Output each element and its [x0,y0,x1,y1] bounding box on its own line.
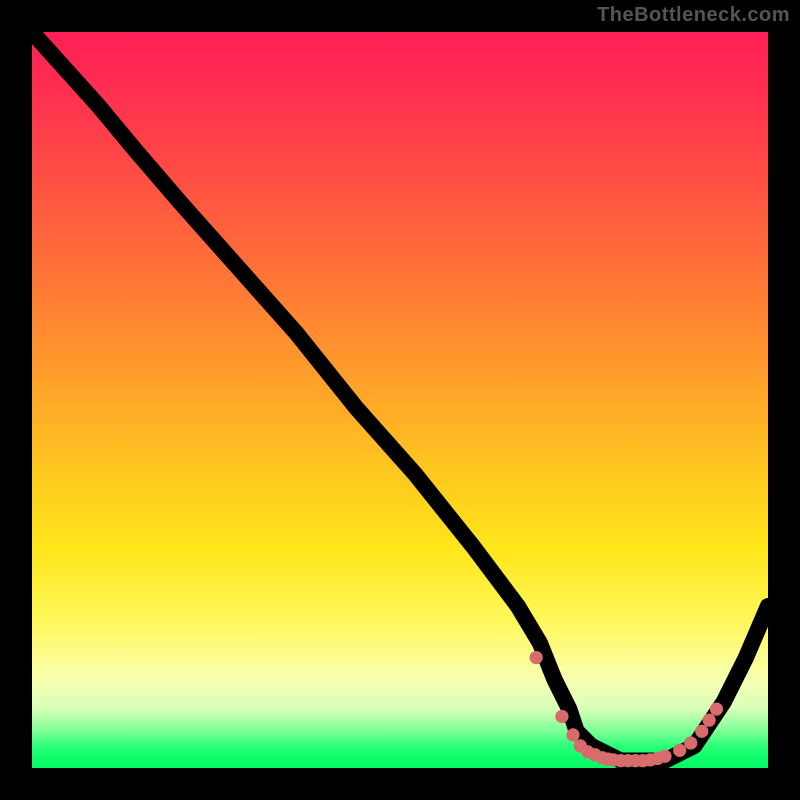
plot-svg [32,32,768,768]
valley-dot [555,710,568,723]
valley-dot [710,702,723,715]
valley-dot [566,728,579,741]
valley-dot [530,651,543,664]
bottleneck-curve [32,32,768,761]
valley-dot [658,750,671,763]
valley-dot [673,744,686,757]
valley-dot [684,736,697,749]
valley-dot [695,725,708,738]
watermark-text: TheBottleneck.com [597,4,790,27]
chart-frame: TheBottleneck.com [0,0,800,800]
plot-area [32,32,768,768]
valley-dot [702,714,715,727]
